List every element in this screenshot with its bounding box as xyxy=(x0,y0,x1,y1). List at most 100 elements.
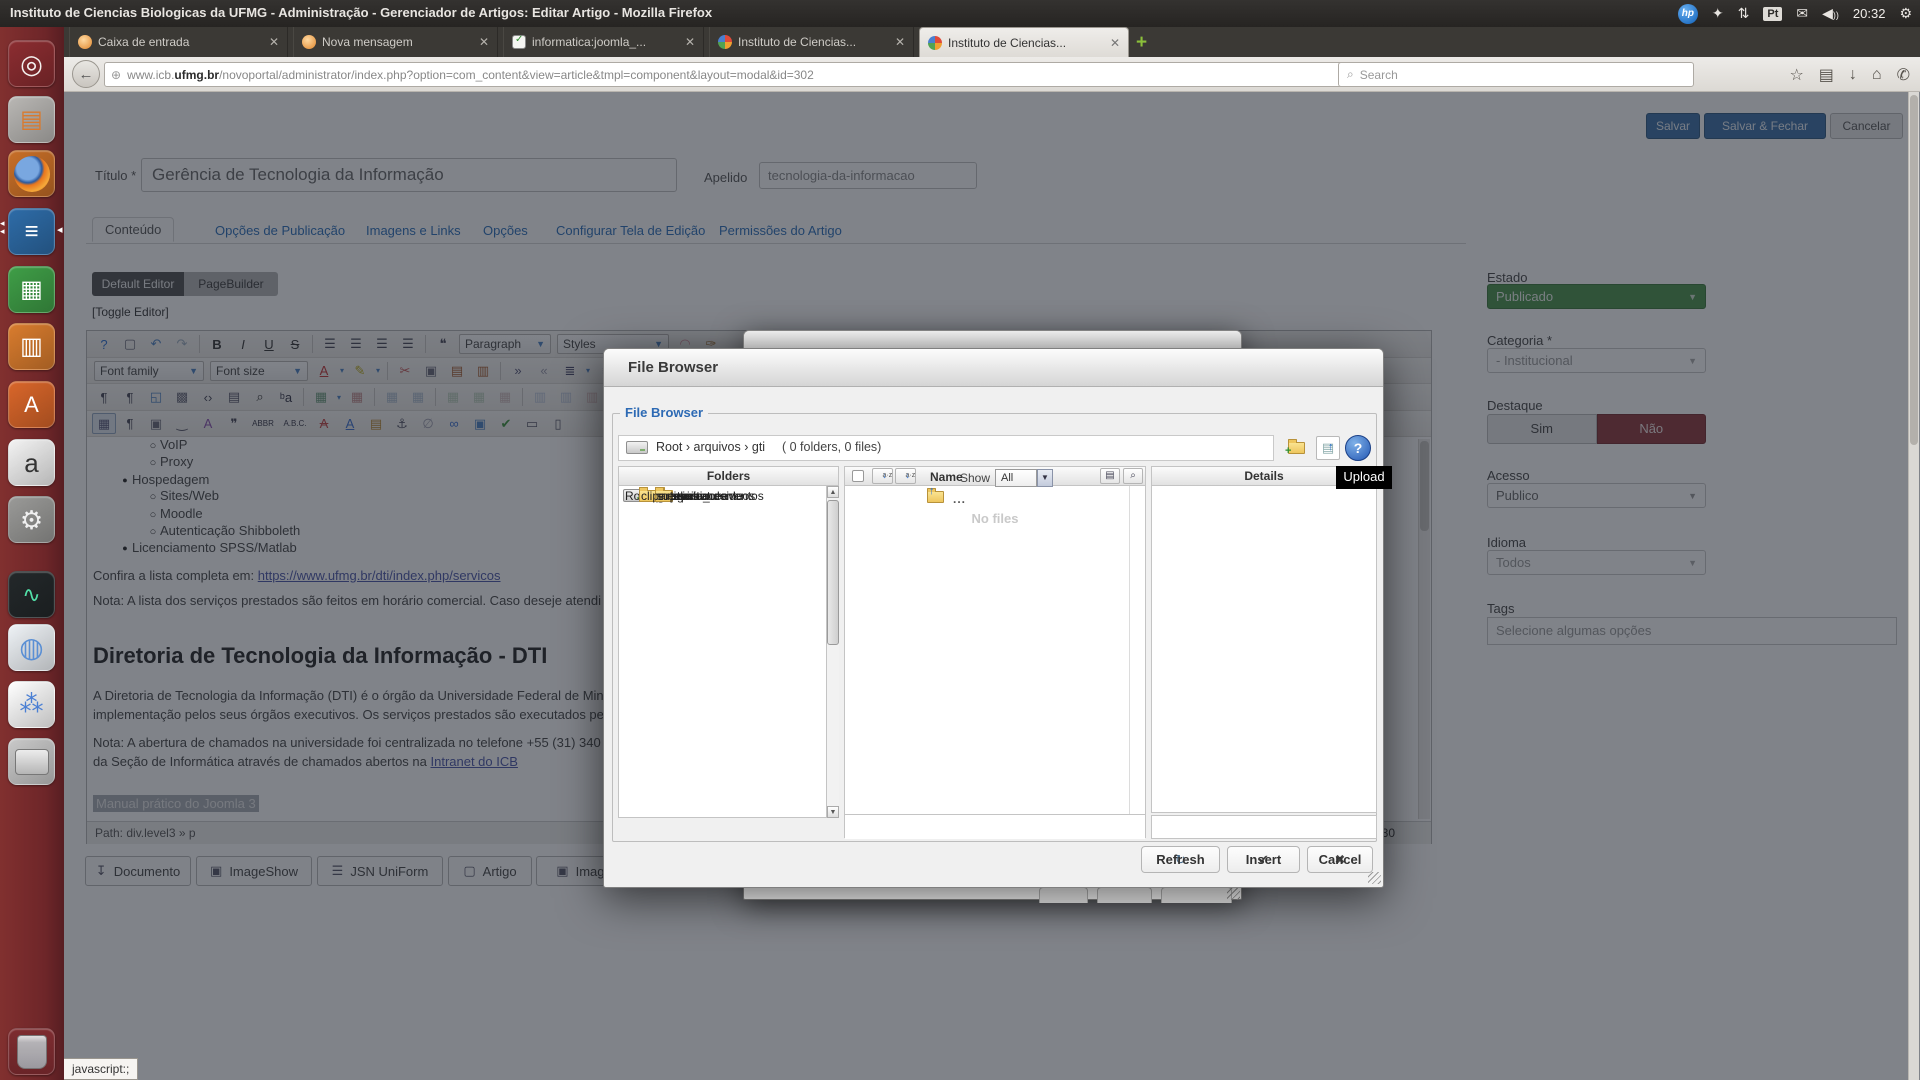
folders-panel: Folders −Root−arquivos+academicoeeventos… xyxy=(618,466,839,818)
updown-arrows-icon[interactable]: ⇅ xyxy=(1738,5,1750,22)
browser-tab-bar: Caixa de entrada ✕ Nova mensagem ✕ infor… xyxy=(64,27,1920,57)
clock[interactable]: 20:32 xyxy=(1853,6,1886,21)
launcher-item-software-center[interactable]: A xyxy=(8,381,55,428)
scroll-up-icon[interactable]: ▲ xyxy=(827,486,839,498)
show-select[interactable]: All xyxy=(995,469,1037,487)
tab-close-icon[interactable]: ✕ xyxy=(685,35,695,49)
mail-icon[interactable]: ✉ xyxy=(1796,5,1808,22)
launcher-item-libreoffice-writer[interactable]: ≡ xyxy=(8,208,55,255)
tab-favicon-joomla xyxy=(718,35,732,49)
nav-icons: ☆ ▤ ↓ ⌂ ✆ xyxy=(1789,57,1910,92)
new-tab-button[interactable]: + xyxy=(1136,32,1147,54)
amazon-icon: a xyxy=(24,450,38,476)
show-select-arrow[interactable]: ▼ xyxy=(1037,469,1053,487)
bookmarks-panel-icon[interactable]: ▤ xyxy=(1819,65,1834,85)
launcher-item-network-nodes[interactable]: ⁂ xyxy=(8,681,55,728)
tree-row-cliparts[interactable]: +cliparts xyxy=(619,486,639,506)
hp-logo: hp xyxy=(1678,4,1698,24)
chromium-icon: ◍ xyxy=(19,634,43,662)
launcher-item-amazon[interactable]: a xyxy=(8,439,55,486)
tab-close-icon[interactable]: ✕ xyxy=(479,35,489,49)
launcher-item-ubuntu-dash[interactable]: ◎ xyxy=(8,40,55,87)
modal-titlebar[interactable] xyxy=(604,349,1383,387)
session-gear-icon[interactable]: ⚙ xyxy=(1899,5,1912,22)
browser-status-text: javascript:; xyxy=(64,1058,138,1080)
launcher-item-hard-disk[interactable] xyxy=(8,738,55,785)
breadcrumb[interactable]: Root › arquivos › gti xyxy=(656,440,765,454)
search-bar[interactable]: ⌕ Search xyxy=(1338,62,1694,87)
breadcrumb-info: ( 0 folders, 0 files) xyxy=(782,440,881,454)
scroll-thumb[interactable] xyxy=(827,500,839,645)
modal-title: File Browser xyxy=(628,359,718,376)
help-button[interactable]: ? xyxy=(1345,435,1371,461)
file-browser-modal: File Browser File Browser Root › arquivo… xyxy=(603,348,1384,888)
tab-close-icon[interactable]: ✕ xyxy=(1110,36,1120,50)
browser-scrollbar[interactable] xyxy=(1908,92,1919,1080)
show-label: Show xyxy=(960,471,990,485)
site-identity-icon[interactable]: ⊕ xyxy=(111,68,121,82)
ubuntu-dash-icon: ◎ xyxy=(20,51,43,77)
launcher-item-trash[interactable] xyxy=(8,1028,55,1075)
up-arrow-icon: ↑ xyxy=(929,485,935,497)
launcher-item-file-archiver[interactable]: ▤ xyxy=(8,96,55,143)
volume-icon[interactable]: ◀)) xyxy=(1822,5,1839,22)
browser-tab[interactable]: Instituto de Ciencias... ✕ xyxy=(709,27,914,57)
downloads-icon[interactable]: ↓ xyxy=(1849,66,1857,84)
upload-button[interactable]: ▤ ↑ xyxy=(1316,436,1340,460)
system-monitor-icon: ∿ xyxy=(22,584,40,606)
folder-up-label[interactable]: ... xyxy=(953,492,966,506)
launcher-item-libreoffice-impress[interactable]: ▥ xyxy=(8,323,55,370)
browser-tab[interactable]: informatica:joomla_... ✕ xyxy=(503,27,704,57)
select-all-checkbox[interactable] xyxy=(852,470,864,482)
launcher-item-system-settings[interactable]: ⚙ xyxy=(8,496,55,543)
input-pointer-icon[interactable]: ✦ xyxy=(1712,5,1724,22)
libreoffice-writer-icon: ≡ xyxy=(24,220,38,244)
keyboard-layout-indicator[interactable]: Pt xyxy=(1763,7,1782,21)
tab-favicon-joomla xyxy=(928,36,942,50)
tab-favicon-wiki xyxy=(512,35,526,49)
file-archiver-icon: ▤ xyxy=(20,108,43,132)
launcher-item-system-monitor[interactable]: ∿ xyxy=(8,571,55,618)
scroll-down-icon[interactable]: ▼ xyxy=(827,806,839,818)
browser-tab[interactable]: Caixa de entrada ✕ xyxy=(69,27,288,57)
bookmark-star-icon[interactable]: ☆ xyxy=(1789,65,1803,85)
sort-az-button[interactable]: a·z↓ xyxy=(872,468,893,484)
refresh-button[interactable]: ↻Refresh xyxy=(1141,846,1220,873)
tree-scrollbar[interactable]: ▲ ▼ xyxy=(826,486,839,818)
home-icon[interactable]: ⌂ xyxy=(1872,66,1882,84)
libreoffice-calc-icon: ▦ xyxy=(20,278,43,302)
back-button[interactable]: ← xyxy=(72,60,100,88)
new-folder-button[interactable]: + xyxy=(1284,436,1308,460)
view-list-icon[interactable]: ▤ xyxy=(1100,468,1120,484)
name-column-header[interactable]: Name xyxy=(930,470,963,484)
chat-icon[interactable]: ✆ xyxy=(1897,65,1910,85)
search-files-icon[interactable]: ⌕ xyxy=(1123,468,1143,484)
browser-tab[interactable]: Nova mensagem ✕ xyxy=(293,27,498,57)
hidden-dialog-button xyxy=(1097,887,1152,903)
firefox-focus-arrow: ◂ xyxy=(57,223,63,236)
details-panel: Details xyxy=(1151,466,1377,813)
sort-az-ext-button[interactable]: a·z↓ xyxy=(895,468,916,484)
launcher-item-firefox[interactable] xyxy=(8,150,55,197)
insert-button[interactable]: ✔Insert xyxy=(1227,846,1300,873)
launcher-item-libreoffice-calc[interactable]: ▦ xyxy=(8,266,55,313)
browser-nav-bar: ← ⊕ www.icb.ufmg.br/novoportal/administr… xyxy=(64,57,1920,92)
folders-header: Folders xyxy=(619,467,838,486)
url-text[interactable]: www.icb.ufmg.br/novoportal/administrator… xyxy=(127,68,1362,82)
libreoffice-impress-icon: ▥ xyxy=(20,335,43,359)
modal-resize-grip[interactable] xyxy=(1368,872,1381,884)
browser-tab[interactable]: Instituto de Ciencias... ✕ xyxy=(919,27,1129,57)
launcher-item-chromium[interactable]: ◍ xyxy=(8,624,55,671)
files-footer xyxy=(845,814,1145,839)
jce-dialog-titlebar xyxy=(744,331,1241,349)
tab-close-icon[interactable]: ✕ xyxy=(269,35,279,49)
dialog-resize-grip[interactable] xyxy=(1227,888,1240,900)
details-subpanel xyxy=(1151,815,1377,839)
software-center-icon: A xyxy=(24,394,39,416)
cancel-modal-button[interactable]: ✖Cancel xyxy=(1307,846,1373,873)
file-browser-legend: File Browser xyxy=(620,405,708,420)
tab-favicon-mail-orange xyxy=(302,35,316,49)
tab-close-icon[interactable]: ✕ xyxy=(895,35,905,49)
firefox-running-pips: ◂◂ xyxy=(0,219,5,235)
url-bar[interactable]: ⊕ www.icb.ufmg.br/novoportal/administrat… xyxy=(104,62,1394,87)
